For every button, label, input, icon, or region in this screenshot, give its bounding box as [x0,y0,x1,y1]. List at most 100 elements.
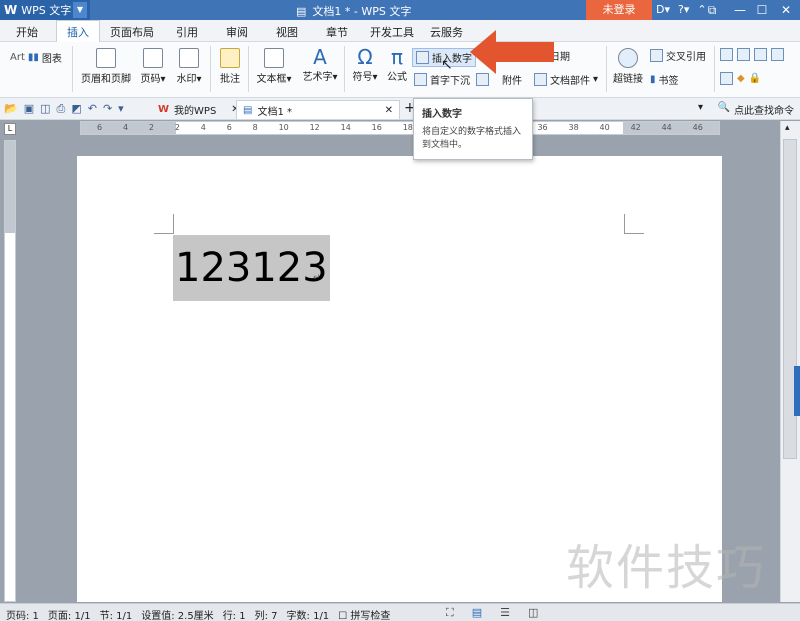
vertical-scrollbar[interactable]: ▴ [780,121,800,602]
preview-icon[interactable]: ◩ [71,102,81,116]
header-footer-label: 页眉和页脚 [81,74,131,85]
tab-view[interactable]: 视图 [276,24,298,40]
save-icon[interactable]: ▣ [24,102,34,116]
print-icon[interactable]: ⎙ [57,102,66,116]
table-field-icon[interactable] [754,48,767,61]
scroll-up-icon[interactable]: ▴ [785,123,790,133]
list-field-icon[interactable] [771,48,784,61]
field-code-icon[interactable] [720,72,733,85]
wps-logo-icon: W [4,3,18,17]
ruler-tick: 44 [661,123,672,132]
redo-icon[interactable]: ↷ [103,102,112,116]
tab-references[interactable]: 引用 [176,24,198,40]
command-search-label: 点此查找命令 [734,106,794,117]
export-icon[interactable]: ◫ [40,102,50,116]
ruler-toggle[interactable]: L [4,123,16,135]
watermark: 软件技巧 [566,540,767,596]
login-button[interactable]: 未登录 [586,0,652,20]
formula-button[interactable]: π 公式 [384,46,410,83]
page-number-label: 页码 [140,74,161,85]
command-search[interactable]: 🔍 点此查找命令 [718,102,794,117]
textbox-label: 文本框 [256,74,287,85]
drop-cap-button[interactable]: 首字下沉 [414,72,470,87]
form-field-icon[interactable] [720,48,733,61]
annotation-arrow-icon [470,30,554,74]
attachment-button[interactable]: 附件 [476,72,522,87]
close-icon[interactable]: ✕ [772,0,800,20]
page-number-icon [143,48,163,68]
tab-review[interactable]: 审阅 [226,24,248,40]
header-footer-button[interactable]: 页眉和页脚 [80,48,132,85]
ruler-tick: 36 [537,123,548,132]
side-panel-toggle[interactable] [794,366,800,416]
title-bar: W WPS 文字 ▼ ▤ 文档1 * - WPS 文字 未登录 D▾ ?▾ ⌃ … [0,0,800,20]
help-icon[interactable]: ?▾ [678,3,689,16]
customize-dropdown-icon[interactable]: ▾ [118,102,124,116]
status-setting: 设置值: 2.5厘米 [141,611,214,621]
checkbox-field-icon[interactable] [737,48,750,61]
bookmark-button[interactable]: ▮ 书签 [650,72,679,87]
formula-label: 公式 [387,72,407,83]
annotation-button[interactable]: 批注 [216,48,244,85]
drop-cap-icon [414,73,427,86]
ruler-tick: 6 [226,123,232,132]
pin-icon[interactable]: ▾ [698,102,703,113]
symbol-button[interactable]: Ω 符号▾ [350,46,380,83]
skin-icon[interactable]: D▾ [656,3,670,16]
lock-icon[interactable]: 🔒 [749,73,761,84]
divider [248,46,249,92]
eraser-icon[interactable]: ◆ [737,73,745,84]
attachment-label: 附件 [502,76,522,87]
status-chars[interactable]: 字数: 1/1 [287,607,330,621]
restore-icon[interactable]: ⧉ [698,0,726,20]
selected-text[interactable]: 123123 [173,235,330,301]
doc-tab-my-wps[interactable]: W 我的WPS ✕ [152,100,246,119]
omega-icon: Ω [357,45,373,69]
watermark-button[interactable]: 水印▾ [172,48,206,85]
annotation-icon [220,48,240,68]
search-icon: 🔍 [717,102,730,113]
undo-icon[interactable]: ↶ [88,102,97,116]
close-tab-icon[interactable]: ✕ [385,105,393,116]
symbol-label: 符号 [352,72,373,83]
art-chart-group[interactable]: Art ▮▮ 图表 [10,50,62,65]
app-menu-dropdown-icon[interactable]: ▼ [73,2,87,18]
page-view-icon[interactable]: ▤ [472,606,482,620]
watermark-label: 水印 [176,74,197,85]
tab-insert[interactable]: 插入 [56,20,100,43]
tab-developer[interactable]: 开发工具 [370,24,414,40]
doc-tab-document1[interactable]: ▤ 文档1 * ✕ [236,100,400,119]
chart-icon: ▮▮ [27,52,39,63]
attachment-icon [476,73,489,86]
vertical-ruler[interactable] [4,140,16,602]
cross-ref-button[interactable]: 交叉引用 [650,48,706,63]
window-title-text: 文档1 * - WPS 文字 [312,5,412,18]
outline-view-icon[interactable]: ☰ [500,606,510,620]
bookmark-icon: ▮ [650,74,656,85]
textbox-button[interactable]: 文本框▾ [254,48,294,85]
doc-parts-button[interactable]: 文档部件 ▾ [534,72,598,87]
app-menu-button[interactable]: W WPS 文字 ▼ [0,0,90,20]
insert-number-icon [416,51,429,64]
tab-cloud[interactable]: 云服务 [430,24,463,40]
spell-check-toggle[interactable]: ☐ 拼写检查 [338,607,390,621]
divider [210,46,211,92]
ruler-tick: 10 [278,123,289,132]
hyperlink-button[interactable]: 超链接 [612,48,644,85]
web-view-icon[interactable]: ◫ [528,606,538,620]
ribbon: Art ▮▮ 图表 页眉和页脚 页码▾ 水印▾ 批注 文本框▾ A 艺术字▾ Ω… [0,42,800,98]
wordart-button[interactable]: A 艺术字▾ [300,46,340,83]
status-col: 列: 7 [254,611,278,621]
mouse-cursor-icon: ↖ [441,57,453,73]
fullscreen-view-icon[interactable]: ⛶ [446,606,454,620]
tab-home[interactable]: 开始 [16,24,38,40]
status-page[interactable]: 页码: 1 [6,607,39,621]
tab-chapter[interactable]: 章节 [326,24,348,40]
horizontal-ruler[interactable]: 6 4 2 2 4 6 8 10 12 14 16 18 20 34 36 38… [80,121,720,135]
open-icon[interactable]: 📂 [4,102,18,116]
ruler-tick: 2 [174,123,180,132]
page-number-button[interactable]: 页码▾ [136,48,170,85]
ruler-tick: 12 [309,123,320,132]
tab-page-layout[interactable]: 页面布局 [110,24,154,40]
spell-check-label: 拼写检查 [350,611,391,621]
